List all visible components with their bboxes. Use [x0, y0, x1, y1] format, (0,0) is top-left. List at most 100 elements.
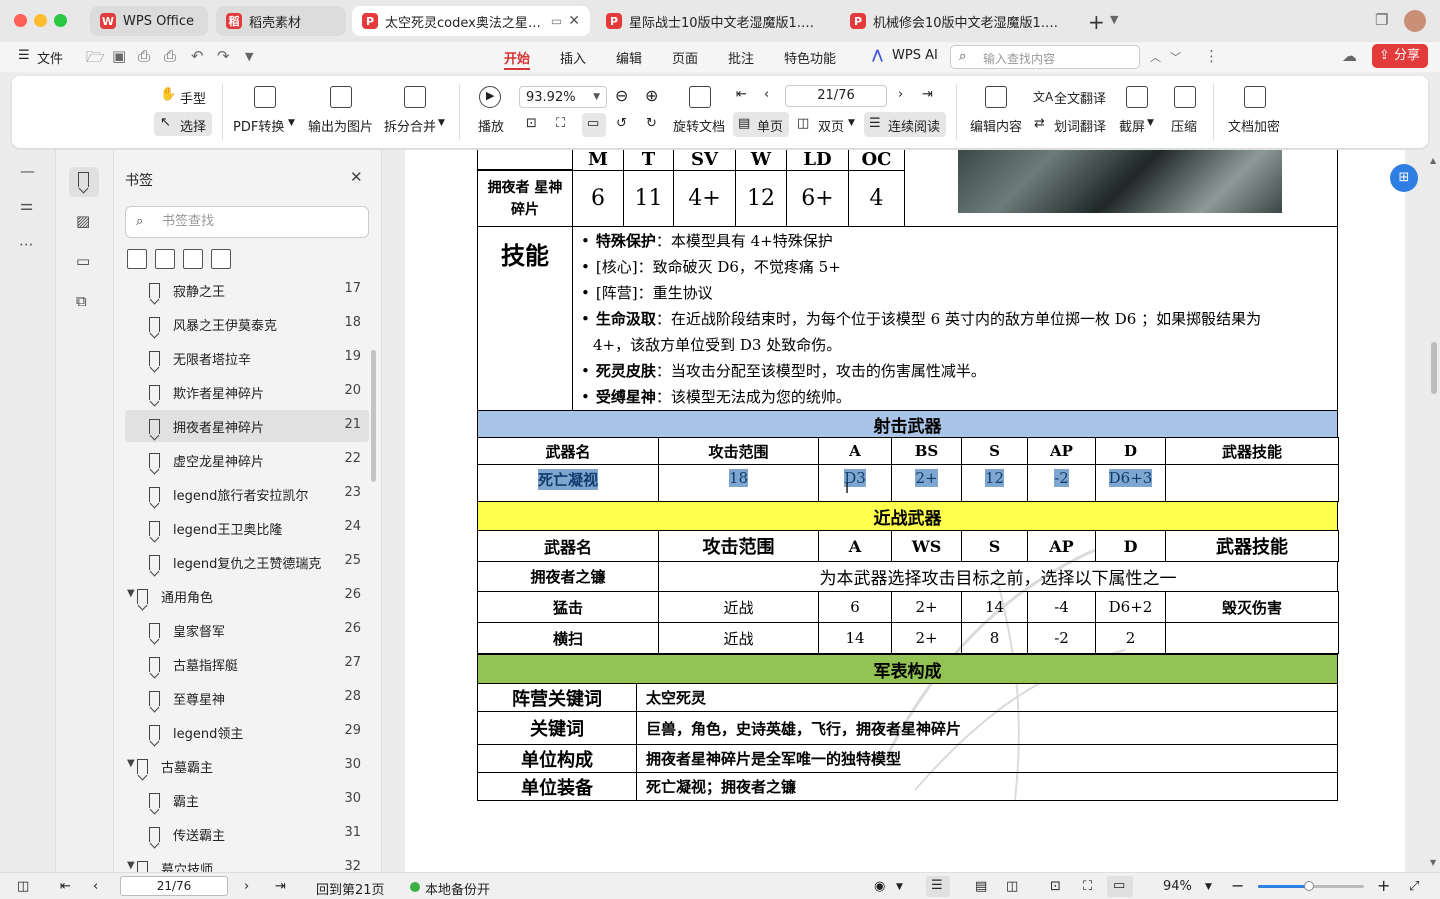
new-tab-icon[interactable]: + — [1088, 10, 1105, 34]
hand-tool-button[interactable]: 手型 — [180, 88, 206, 107]
selected-text[interactable]: 死亡凝视 — [537, 469, 598, 490]
bookmark-item[interactable]: 至尊星神 28 — [125, 682, 369, 714]
zoom-level[interactable]: 94% — [1163, 879, 1192, 894]
bookmark-item[interactable]: 虚空龙星神碎片 22 — [125, 444, 369, 476]
zoom-out-icon[interactable]: − — [1231, 876, 1244, 895]
panel-scrollbar[interactable] — [371, 350, 376, 482]
rotate-right-icon[interactable]: ↻ — [646, 116, 657, 131]
bookmark-search-input[interactable]: ⌕ 书签查找 — [125, 206, 369, 238]
more-icon[interactable]: ··· — [19, 236, 33, 254]
avatar[interactable] — [1404, 10, 1426, 32]
bookmark-item[interactable]: ▼ 古墓霸主 30 — [125, 750, 369, 782]
document-scrollbar[interactable]: ▲ ▼ — [1428, 150, 1440, 872]
back-to-page-link[interactable]: 回到第21页 — [316, 879, 385, 898]
settings-sliders-icon[interactable]: ⚌ — [20, 196, 33, 214]
selected-text[interactable]: -2 — [1054, 469, 1069, 487]
bookmark-item[interactable]: 霸主 30 — [125, 784, 369, 816]
file-menu[interactable]: 文件 — [37, 48, 63, 67]
close-panel-icon[interactable]: ✕ — [350, 168, 363, 186]
expand-caret-icon[interactable]: ▼ — [127, 860, 135, 871]
toggle-sidebar-icon[interactable]: ◫ — [17, 879, 29, 894]
bookmark-item[interactable]: ▼ 通用角色 26 — [125, 580, 369, 612]
backup-status[interactable]: 本地备份开 — [425, 879, 490, 898]
chevron-down-icon[interactable]: ▼ — [245, 50, 253, 63]
page-number-input[interactable]: 21/76 — [785, 85, 887, 107]
expand-bookmark-icon[interactable] — [183, 249, 203, 269]
minimize-window-button[interactable] — [34, 14, 47, 27]
selected-text[interactable]: 18 — [728, 469, 749, 487]
chevron-down-icon[interactable]: ▼ — [1205, 882, 1212, 892]
split-merge-button[interactable]: 拆分合并 — [384, 116, 436, 135]
last-page-icon[interactable]: ⇥ — [922, 87, 933, 102]
compress-button[interactable]: 压缩 — [1171, 116, 1197, 135]
zoom-out-icon[interactable]: ⊖ — [615, 86, 628, 105]
continuous-view-button[interactable]: ☰ — [926, 876, 950, 897]
play-button[interactable]: 播放 — [478, 116, 504, 135]
tab-insert[interactable]: 插入 — [560, 48, 586, 67]
tab-features[interactable]: 特色功能 — [784, 48, 836, 67]
next-page-icon[interactable]: › — [898, 87, 903, 102]
more-icon[interactable]: ⋮ — [1204, 47, 1219, 65]
bookmark-item-active[interactable]: 拥夜者星神碎片 21 — [125, 410, 369, 442]
close-tab-icon[interactable]: ✕ — [562, 13, 580, 29]
fit-actual-icon[interactable]: ⊡ — [526, 116, 537, 131]
next-page-icon[interactable]: › — [244, 879, 249, 894]
attachment-icon[interactable]: ⧉ — [76, 292, 87, 310]
first-page-icon[interactable]: ⇤ — [60, 879, 71, 894]
close-window-button[interactable] — [14, 14, 27, 27]
comment-icon[interactable]: ▭ — [76, 252, 90, 270]
tab-start[interactable]: 开始 — [504, 48, 530, 67]
screenshot-button[interactable]: 截屏 — [1119, 116, 1145, 135]
fit-page-icon[interactable]: ⛶ — [1083, 879, 1092, 894]
word-translate-button[interactable]: 划词翻译 — [1054, 116, 1106, 135]
expand-caret-icon[interactable]: ▼ — [127, 588, 135, 599]
fit-width-button[interactable]: ▭ — [1107, 876, 1133, 897]
single-page-icon[interactable]: ▤ — [975, 879, 987, 894]
zoom-slider-thumb[interactable] — [1304, 881, 1314, 891]
zoom-window-button[interactable] — [54, 14, 67, 27]
zoom-slider[interactable] — [1258, 881, 1364, 891]
bookmark-item[interactable]: 传送霸主 31 — [125, 818, 369, 850]
bookmark-panel-button[interactable] — [69, 167, 99, 197]
bookmark-item[interactable]: legend旅行者安拉凯尔 23 — [125, 478, 369, 510]
tab-wps-office[interactable]: W WPS Office — [90, 6, 208, 36]
wps-ai-button[interactable]: WPS AI — [892, 48, 938, 63]
chevron-down-icon[interactable]: ﹀ — [1170, 49, 1181, 65]
window-mode-icon[interactable]: ❐ — [1375, 11, 1388, 29]
last-page-icon[interactable]: ⇥ — [275, 879, 286, 894]
fullscreen-icon[interactable]: ⤢ — [1409, 879, 1419, 894]
tab-edit[interactable]: 编辑 — [616, 48, 642, 67]
selected-text[interactable]: D6+3 — [1108, 469, 1153, 487]
fit-actual-icon[interactable]: ⊡ — [1050, 879, 1061, 894]
cloud-icon[interactable]: ☁ — [1342, 47, 1357, 65]
bookmark-item[interactable]: ▼ 墓穴技师 32 — [125, 852, 369, 872]
open-folder-icon[interactable]: 🗁 — [86, 47, 105, 72]
double-page-button[interactable]: 双页 — [818, 116, 844, 135]
zoom-select[interactable]: 93.92% ▼ — [519, 86, 607, 108]
first-page-icon[interactable]: ⇤ — [736, 87, 747, 102]
zoom-in-icon[interactable]: ⊕ — [645, 86, 658, 105]
share-button[interactable]: ⇪ 分享 — [1372, 44, 1428, 68]
double-page-icon[interactable]: ◫ — [1006, 879, 1018, 894]
collapse-icon[interactable]: — — [20, 162, 35, 180]
scroll-up-icon[interactable]: ▲ — [1430, 156, 1436, 165]
selected-text[interactable]: 12 — [984, 469, 1005, 487]
add-child-bookmark-icon[interactable] — [155, 249, 175, 269]
full-translate-button[interactable]: 全文翻译 — [1054, 88, 1106, 107]
selected-text[interactable]: 2+ — [915, 469, 938, 487]
print-icon[interactable]: ⎙ — [138, 47, 150, 65]
bookmark-item[interactable]: legend王卫奥比隆 24 — [125, 512, 369, 544]
save-icon[interactable]: ▣ — [112, 47, 126, 65]
export-image-button[interactable]: 输出为图片 — [308, 116, 373, 135]
bookmark-item[interactable]: 皇家督军 26 — [125, 614, 369, 646]
prev-page-icon[interactable]: ‹ — [764, 87, 769, 102]
expand-caret-icon[interactable]: ▼ — [127, 758, 135, 769]
thumbnail-icon[interactable]: ▨ — [76, 212, 90, 230]
add-bookmark-icon[interactable] — [127, 249, 147, 269]
select-tool-button[interactable]: ↖ 选择 — [154, 112, 212, 136]
tab-space-marines[interactable]: P 星际战士10版中文老湿魔版1.18.pd — [596, 6, 832, 36]
search-input[interactable]: ⌕ 输入查找内容 — [950, 45, 1140, 69]
chevron-down-icon[interactable]: ▼ — [896, 882, 903, 892]
single-page-button[interactable]: ▤ 单页 — [733, 112, 789, 137]
chevron-up-icon[interactable]: ︿ — [1150, 49, 1161, 65]
